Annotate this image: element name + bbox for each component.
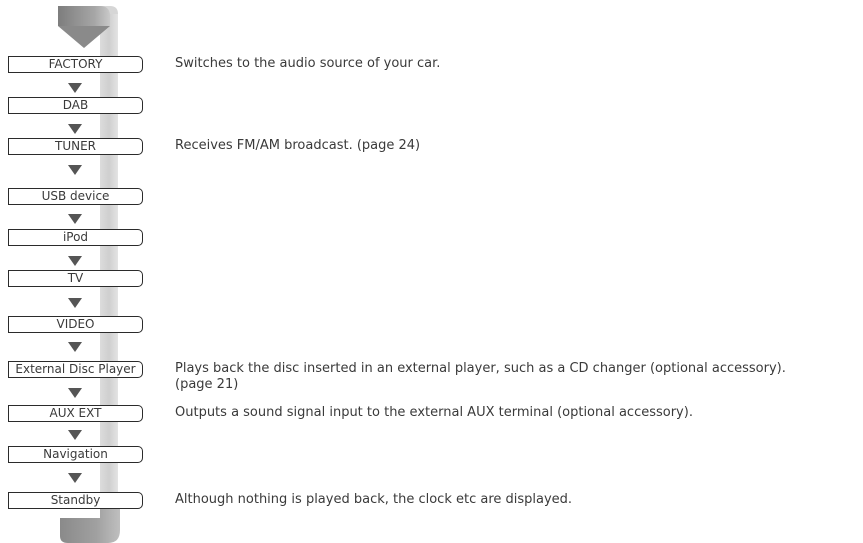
triangle-down-icon <box>68 256 82 266</box>
source-box-dab: DAB <box>8 97 143 114</box>
triangle-down-icon <box>68 83 82 93</box>
triangle-down-icon <box>68 298 82 308</box>
source-box-video: VIDEO <box>8 316 143 333</box>
source-box-tv: TV <box>8 270 143 287</box>
source-box-factory: FACTORY <box>8 56 143 73</box>
source-description-aux-ext: Outputs a sound signal input to the exte… <box>175 405 693 420</box>
source-box-navigation: Navigation <box>8 446 143 463</box>
source-description-continued: (page 21) <box>175 377 239 392</box>
source-description-tuner: Receives FM/AM broadcast. (page 24) <box>175 138 421 153</box>
triangle-down-icon <box>68 165 82 175</box>
triangle-down-icon <box>68 214 82 224</box>
triangle-down-icon <box>68 342 82 352</box>
source-box-ipod: iPod <box>8 229 143 246</box>
source-box-external-disc-player: External Disc Player <box>8 361 143 378</box>
triangle-down-icon <box>68 430 82 440</box>
source-box-tuner: TUNER <box>8 138 143 155</box>
source-description-standby: Although nothing is played back, the clo… <box>175 492 573 507</box>
source-description-factory: Switches to the audio source of your car… <box>175 56 441 71</box>
triangle-down-icon <box>68 473 82 483</box>
source-description-external-disc-player: Plays back the disc inserted in an exter… <box>175 361 786 376</box>
source-box-aux-ext: AUX EXT <box>8 405 143 422</box>
triangle-down-icon <box>68 124 82 134</box>
source-box-usb-device: USB device <box>8 188 143 205</box>
triangle-down-icon <box>68 388 82 398</box>
source-box-standby: Standby <box>8 492 143 509</box>
